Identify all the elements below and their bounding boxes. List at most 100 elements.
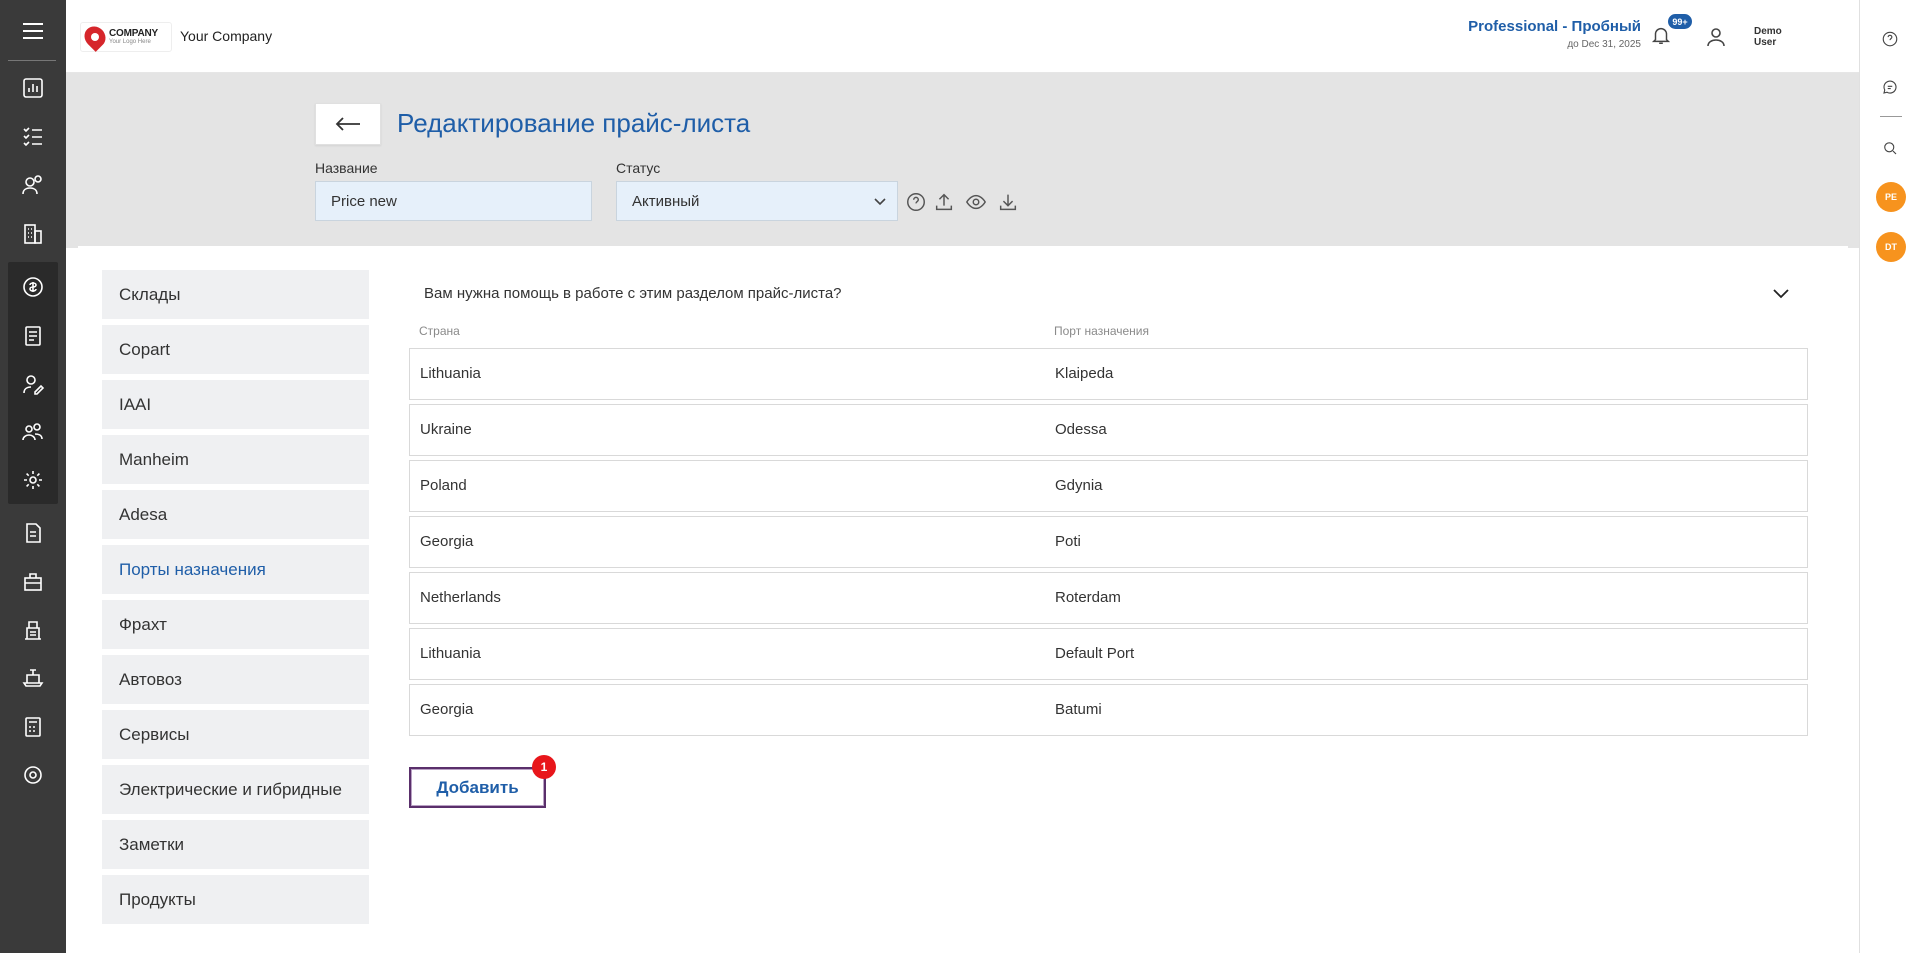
upload-icon[interactable] bbox=[930, 189, 958, 215]
avatar-dt[interactable]: DT bbox=[1876, 232, 1906, 262]
right-rail: PE DT bbox=[1859, 0, 1919, 953]
section-manheim[interactable]: Manheim bbox=[102, 435, 369, 484]
section-notes[interactable]: Заметки bbox=[102, 820, 369, 869]
avatar-pe[interactable]: PE bbox=[1876, 182, 1906, 212]
page-title: Редактирование прайс-листа bbox=[397, 108, 751, 138]
left-sidebar bbox=[0, 0, 66, 953]
section-label: Фрахт bbox=[119, 614, 167, 634]
arrow-left-icon bbox=[335, 117, 360, 131]
plan-name: Professional - Пробный bbox=[1468, 18, 1641, 35]
table-row[interactable]: Lithuania Default Port bbox=[409, 628, 1808, 680]
section-freight[interactable]: Фрахт bbox=[102, 600, 369, 649]
section-label: Автовоз bbox=[119, 669, 182, 689]
section-destination-ports[interactable]: Порты назначения bbox=[102, 545, 369, 594]
column-header-country: Страна bbox=[419, 324, 460, 338]
user-name[interactable]: Demo User bbox=[1754, 26, 1794, 48]
section-car-carrier[interactable]: Автовоз bbox=[102, 655, 369, 704]
cell-port: Default Port bbox=[1055, 645, 1135, 662]
table-row[interactable]: Lithuania Klaipeda bbox=[409, 348, 1808, 400]
section-products[interactable]: Продукты bbox=[102, 875, 369, 924]
chevron-down-icon bbox=[1772, 286, 1790, 304]
download-icon[interactable] bbox=[994, 189, 1022, 215]
table-row[interactable]: Georgia Batumi bbox=[409, 684, 1808, 736]
section-warehouses[interactable]: Склады bbox=[102, 270, 369, 319]
invoice-icon[interactable] bbox=[0, 515, 66, 551]
logo-text: COMPANY bbox=[109, 28, 158, 39]
cell-country: Lithuania bbox=[420, 645, 481, 662]
section-label: Склады bbox=[119, 284, 181, 304]
gear-icon[interactable] bbox=[0, 757, 66, 793]
help-icon[interactable] bbox=[902, 189, 930, 215]
name-label: Название bbox=[315, 160, 378, 176]
company-name: Your Company bbox=[180, 28, 273, 44]
cell-port: Gdynia bbox=[1055, 477, 1103, 494]
cell-country: Georgia bbox=[420, 701, 474, 718]
users-icon[interactable] bbox=[0, 167, 66, 203]
plan-info[interactable]: Professional - Пробный до Dec 31, 2025 bbox=[1468, 18, 1641, 50]
add-button-badge: 1 bbox=[532, 755, 556, 779]
user-name-text: Demo User bbox=[1754, 26, 1782, 48]
cell-country: Ukraine bbox=[420, 421, 472, 438]
calculator-icon[interactable] bbox=[0, 709, 66, 745]
menu-icon[interactable] bbox=[0, 0, 66, 62]
settings-user-icon[interactable] bbox=[0, 462, 66, 498]
section-label: Сервисы bbox=[119, 724, 190, 744]
section-label: Продукты bbox=[119, 889, 196, 909]
cell-country: Poland bbox=[420, 477, 467, 494]
section-electric-hybrid[interactable]: Электрические и гибридные bbox=[102, 765, 369, 814]
cell-country: Georgia bbox=[420, 533, 474, 550]
eye-icon[interactable] bbox=[962, 189, 990, 215]
add-button[interactable]: Добавить bbox=[409, 767, 546, 808]
name-field[interactable]: Price new bbox=[315, 181, 592, 221]
plan-expiry: до Dec 31, 2025 bbox=[1567, 39, 1641, 50]
help-text: Вам нужна помощь в работе с этим раздело… bbox=[424, 284, 842, 302]
section-label: Заметки bbox=[119, 834, 185, 854]
sidebar-divider bbox=[8, 60, 56, 61]
section-iaai[interactable]: IAAI bbox=[102, 380, 369, 429]
user-avatar-icon[interactable] bbox=[1704, 25, 1728, 54]
user-edit-icon[interactable] bbox=[0, 366, 66, 402]
table-row[interactable]: Poland Gdynia bbox=[409, 460, 1808, 512]
back-button[interactable] bbox=[315, 103, 381, 145]
chat-icon[interactable] bbox=[1860, 72, 1919, 102]
logo-subtext: Your Logo Here bbox=[109, 39, 151, 45]
cell-country: Netherlands bbox=[420, 589, 501, 606]
cell-port: Roterdam bbox=[1055, 589, 1121, 606]
cell-port: Odessa bbox=[1055, 421, 1107, 438]
search-icon[interactable] bbox=[1860, 133, 1919, 163]
team-icon[interactable] bbox=[0, 414, 66, 450]
logo-pin-icon bbox=[80, 22, 110, 52]
cell-port: Poti bbox=[1055, 533, 1081, 550]
table-row[interactable]: Ukraine Odessa bbox=[409, 404, 1808, 456]
cell-port: Klaipeda bbox=[1055, 365, 1114, 382]
building-icon[interactable] bbox=[0, 216, 66, 252]
table-row[interactable]: Georgia Poti bbox=[409, 516, 1808, 568]
status-value: Активный bbox=[632, 192, 700, 210]
section-services[interactable]: Сервисы bbox=[102, 710, 369, 759]
section-copart[interactable]: Copart bbox=[102, 325, 369, 374]
company-logo[interactable]: COMPANY Your Logo Here bbox=[80, 22, 172, 52]
section-label: Copart bbox=[119, 339, 171, 359]
dashboard-icon[interactable] bbox=[0, 70, 66, 106]
ship-icon[interactable] bbox=[0, 660, 66, 696]
status-select[interactable]: Активный bbox=[616, 181, 898, 221]
table-row[interactable]: Netherlands Roterdam bbox=[409, 572, 1808, 624]
document-icon[interactable] bbox=[0, 318, 66, 354]
column-header-port: Порт назначения bbox=[1054, 324, 1149, 338]
name-value: Price new bbox=[331, 192, 397, 210]
package-icon[interactable] bbox=[0, 564, 66, 600]
crane-icon[interactable] bbox=[0, 612, 66, 648]
section-label: Adesa bbox=[119, 504, 168, 524]
section-label: Manheim bbox=[119, 449, 189, 469]
status-label: Статус bbox=[616, 160, 661, 176]
cell-country: Lithuania bbox=[420, 365, 481, 382]
help-accordion[interactable]: Вам нужна помощь в работе с этим раздело… bbox=[410, 276, 1808, 310]
section-adesa[interactable]: Adesa bbox=[102, 490, 369, 539]
help-circle-icon[interactable] bbox=[1860, 24, 1919, 54]
checklist-icon[interactable] bbox=[0, 118, 66, 154]
top-bar: COMPANY Your Logo Here Your Company Prof… bbox=[66, 0, 1859, 73]
section-label: Электрические и гибридные bbox=[119, 779, 342, 799]
cell-port: Batumi bbox=[1055, 701, 1102, 718]
finance-icon[interactable] bbox=[0, 269, 66, 305]
section-label: Порты назначения bbox=[119, 559, 266, 579]
